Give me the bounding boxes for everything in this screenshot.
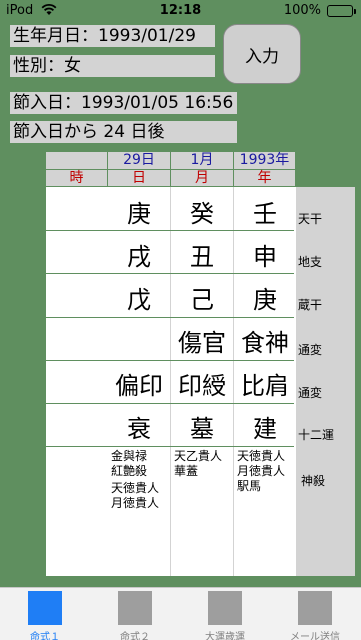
day-shinsatsu-1: 金與禄 [111, 449, 148, 463]
tab-label: 命式１ [30, 632, 60, 640]
day-shinsatsu-2: 紅艶殺 [111, 464, 148, 478]
month-shinsatsu-2: 華蓋 [174, 464, 199, 478]
header-hour: 時 [46, 170, 107, 186]
day-shinsatsu-3: 天徳貴人 [111, 481, 160, 495]
row-divider [46, 230, 294, 231]
header-year-value: 1993年 [234, 152, 295, 169]
battery-icon [327, 5, 356, 17]
meishiki-2-icon [118, 591, 152, 625]
status-bar: iPod 12:18 100% [0, 0, 361, 22]
tab-meishiki-1[interactable]: 命式１ [0, 588, 90, 640]
tab-label: メール送信 [290, 632, 340, 640]
row-label-shinsatsu: 神殺 [301, 474, 326, 488]
year-chishi: 申 [253, 243, 277, 271]
tab-bar: 命式１ 命式２ 大運歳運 メール送信 [0, 587, 361, 640]
tab-mail-send[interactable]: メール送信 [270, 588, 360, 640]
row-label-tenkan: 天干 [298, 212, 323, 226]
row-label-chishi: 地支 [298, 255, 323, 269]
day-chishi: 戌 [127, 243, 151, 271]
month-chishi: 丑 [190, 243, 214, 271]
month-juniun: 墓 [190, 415, 214, 443]
gender-field: 性別：女 [10, 55, 215, 77]
row-label-juniun: 十二運 [298, 428, 335, 442]
row-divider [46, 446, 294, 447]
row-divider [46, 273, 294, 274]
day-shinsatsu-4: 月徳貴人 [111, 496, 160, 510]
year-shinsatsu-2: 月徳貴人 [237, 464, 286, 478]
mail-send-icon [298, 591, 332, 625]
header-month: 月 [171, 170, 233, 186]
input-button[interactable]: 入力 [223, 24, 301, 84]
tab-label: 大運歳運 [205, 632, 245, 640]
header-hour-value [46, 152, 107, 169]
days-after-setsuiri-field: 節入日から 24 日後 [10, 121, 237, 143]
year-shinsatsu-3: 駅馬 [237, 479, 262, 493]
meishiki-1-icon [28, 591, 62, 625]
year-tsuhen-2: 比肩 [241, 372, 289, 400]
month-tsuhen-2: 印綬 [178, 372, 226, 400]
month-shinsatsu-1: 天乙貴人 [174, 449, 223, 463]
header-day: 日 [108, 170, 170, 186]
header-year: 年 [234, 170, 295, 186]
row-divider [46, 317, 294, 318]
tab-daiun-saiun[interactable]: 大運歳運 [180, 588, 270, 640]
hour-column [46, 187, 108, 576]
month-tsuhen-1: 傷官 [178, 329, 226, 357]
year-shinsatsu-1: 天徳貴人 [237, 449, 286, 463]
header-month-value: 1月 [171, 152, 233, 169]
month-tenkan: 癸 [190, 200, 214, 228]
year-juniun: 建 [253, 415, 277, 443]
year-tenkan: 壬 [253, 200, 277, 228]
day-zoukan: 戊 [127, 286, 151, 314]
month-zoukan: 己 [190, 286, 214, 314]
day-tsuhen-2: 偏印 [115, 372, 163, 400]
row-divider [46, 403, 294, 404]
battery-percent: 100% [283, 3, 321, 18]
setsuiri-date-field: 節入日：1993/01/05 16:56 [10, 92, 237, 114]
year-tsuhen-1: 食神 [241, 329, 289, 357]
birthdate-field: 生年月日：1993/01/29 [10, 25, 215, 47]
tab-meishiki-2[interactable]: 命式２ [90, 588, 180, 640]
row-divider [46, 360, 294, 361]
year-zoukan: 庚 [253, 286, 277, 314]
day-juniun: 衰 [127, 415, 151, 443]
row-label-tsuhen-1: 通変 [298, 343, 323, 357]
header-day-value: 29日 [108, 152, 170, 169]
row-label-zoukan: 蔵干 [298, 298, 323, 312]
row-label-tsuhen-2: 通変 [298, 386, 323, 400]
day-tenkan: 庚 [127, 200, 151, 228]
tab-label: 命式２ [120, 632, 150, 640]
daiun-saiun-icon [208, 591, 242, 625]
